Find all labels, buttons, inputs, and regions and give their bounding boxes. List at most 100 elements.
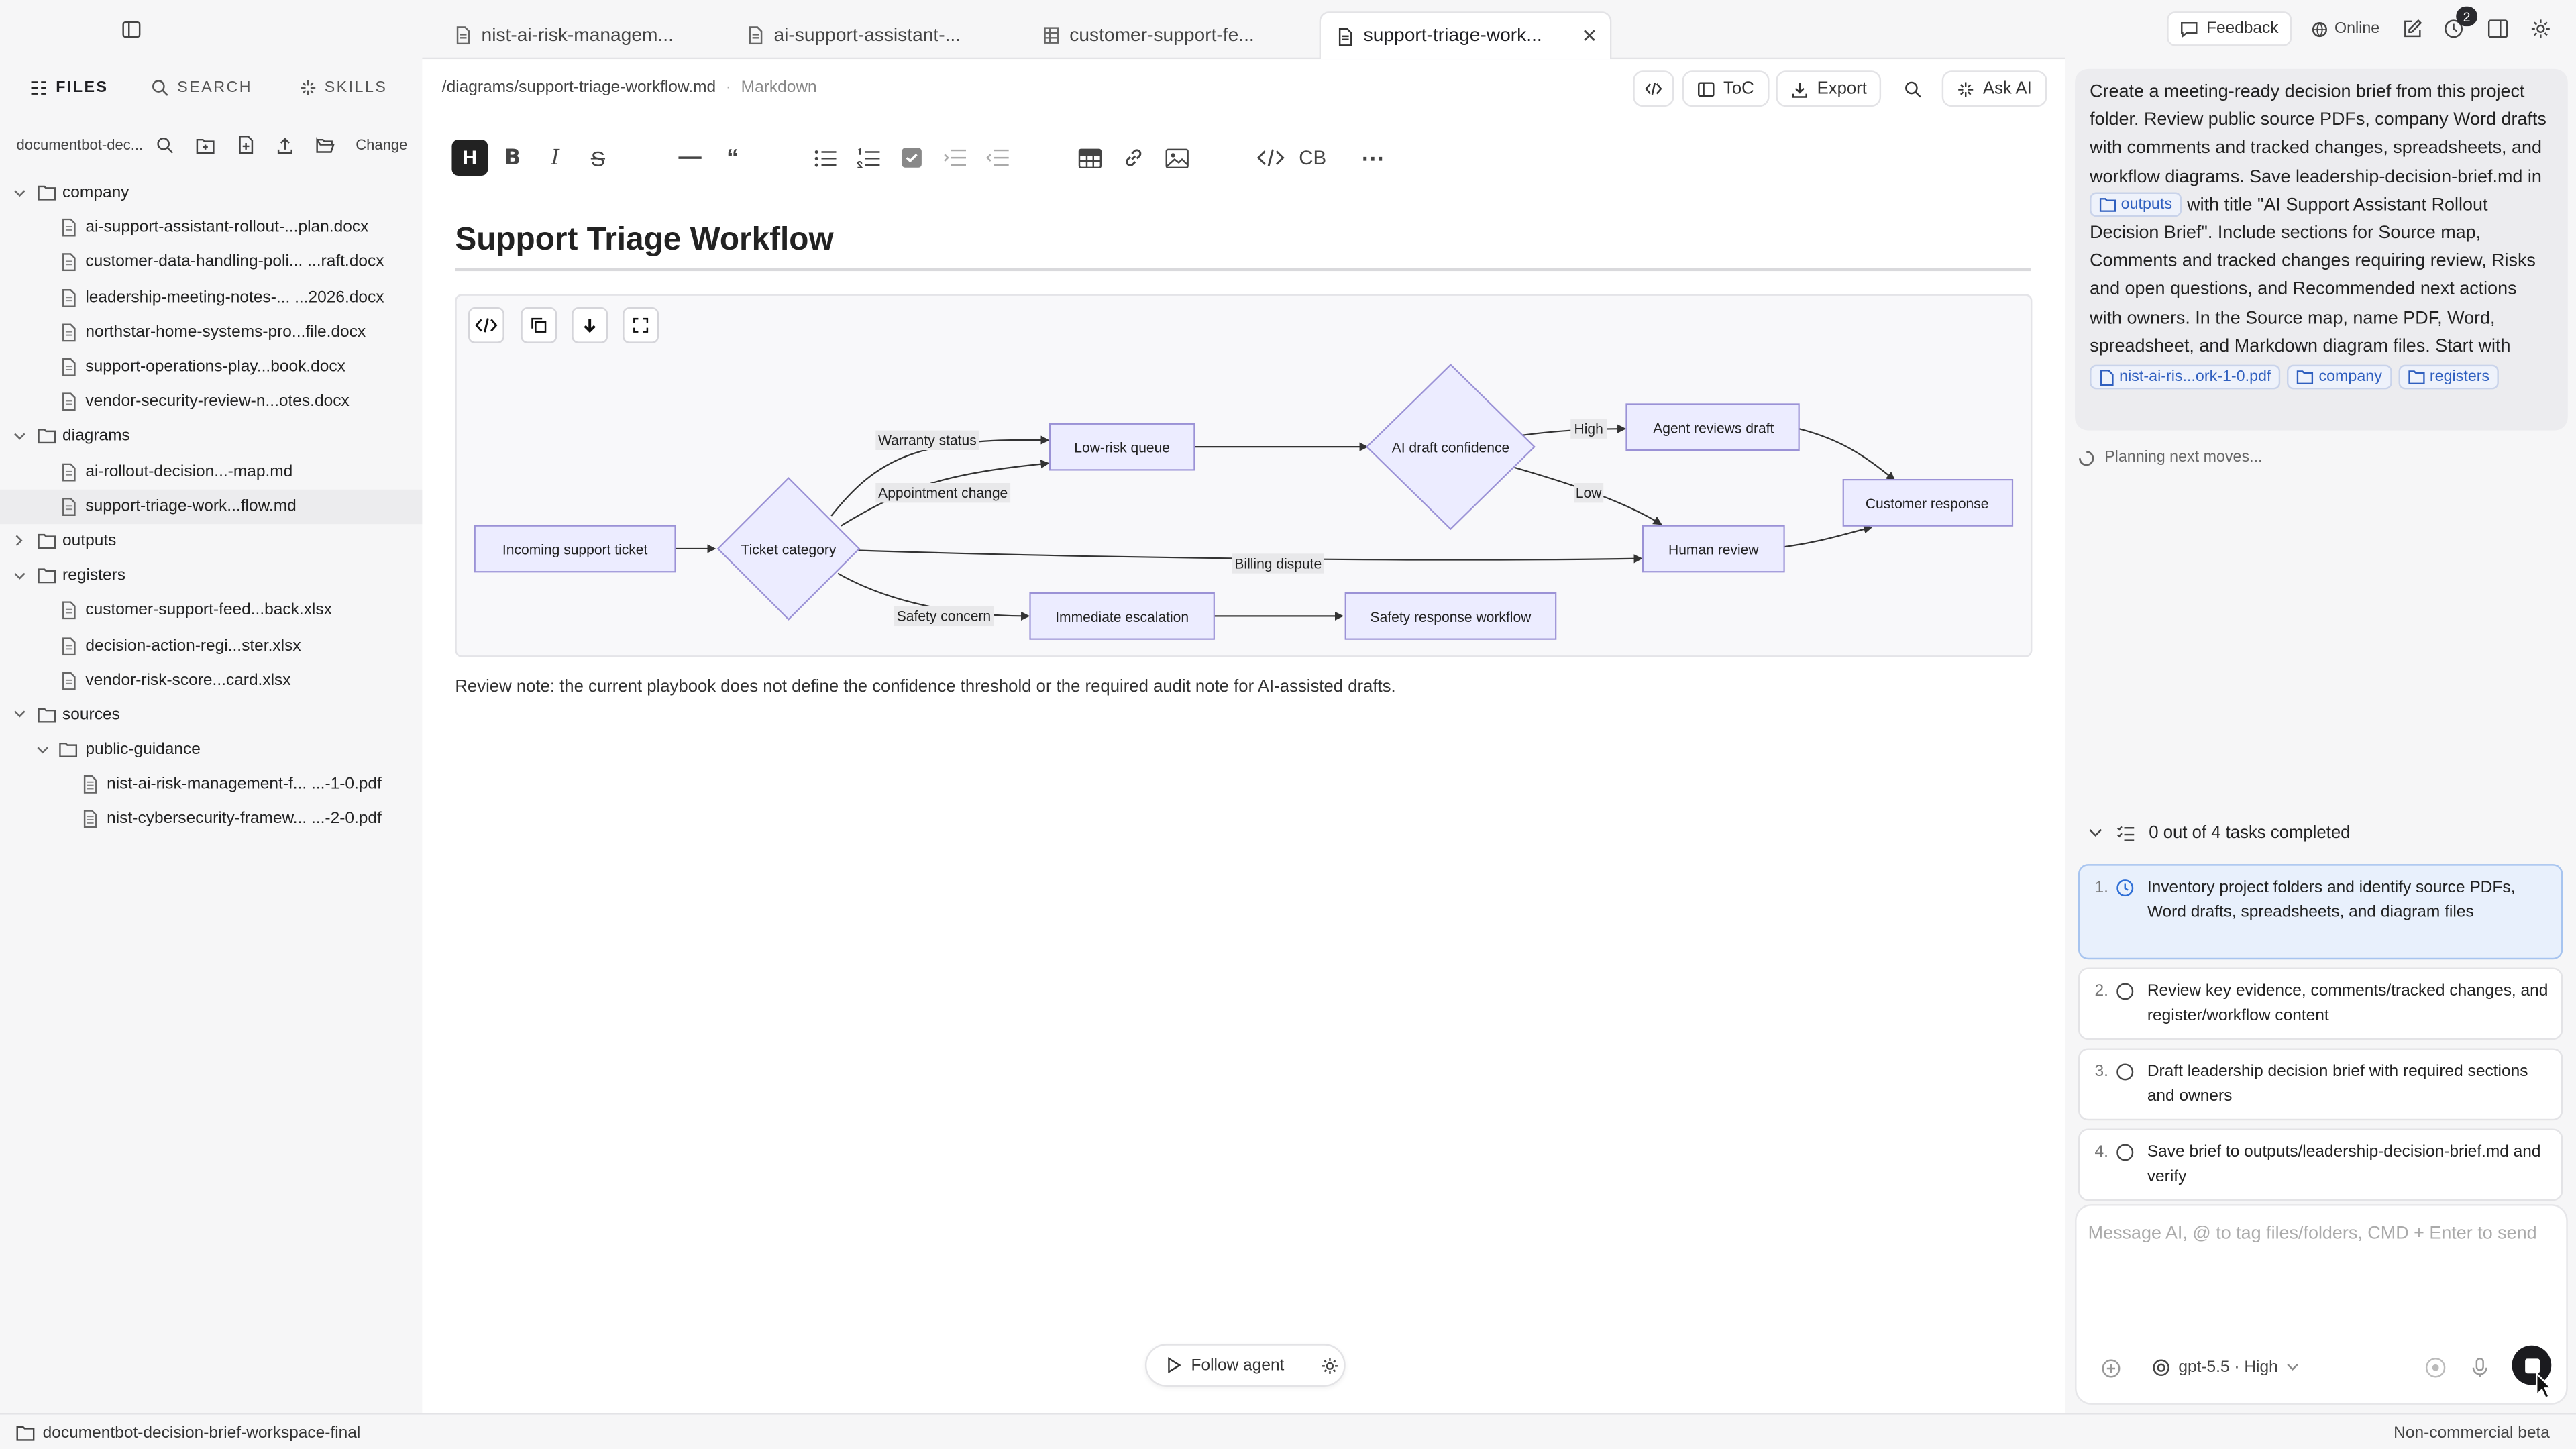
tree-item-label: support-operations-play...book.docx [85, 358, 345, 376]
tree-file[interactable]: decision-action-regi...ster.xlsx [0, 629, 422, 663]
bold-button[interactable]: B [496, 142, 529, 174]
node-label: Human review [1668, 543, 1759, 558]
outputs-folder-chip[interactable]: outputs [2090, 193, 2182, 218]
company-folder-chip[interactable]: company [2287, 364, 2392, 390]
tree-file[interactable]: northstar-home-systems-pro...file.docx [0, 315, 422, 350]
new-folder-icon[interactable] [185, 136, 225, 154]
tree-folder[interactable]: public-guidance [0, 733, 422, 767]
task-list-header[interactable]: 0 out of 4 tasks completed [2078, 810, 2563, 856]
tree-file[interactable]: support-operations-play...book.docx [0, 350, 422, 384]
chevron-down-icon[interactable] [11, 185, 28, 201]
chevron-right-icon[interactable] [11, 533, 28, 549]
table-button[interactable] [1073, 142, 1106, 174]
export-button[interactable]: Export [1776, 70, 1882, 107]
model-selector[interactable]: gpt-5.5 · High [2152, 1358, 2298, 1377]
tree-file[interactable]: ai-support-assistant-rollout-...plan.doc… [0, 211, 422, 246]
chevron-down-icon[interactable] [11, 429, 28, 445]
tree-folder[interactable]: outputs [0, 524, 422, 559]
microphone-icon[interactable] [2471, 1357, 2489, 1379]
chevron-down-icon[interactable] [34, 742, 50, 758]
layout-panel-icon[interactable] [2487, 18, 2509, 40]
heading-button[interactable]: H [451, 140, 488, 176]
folder-icon [2408, 370, 2425, 385]
message-input[interactable]: Message AI, @ to tag files/folders, CMD … [2088, 1224, 2561, 1243]
gear-icon[interactable] [2530, 18, 2551, 40]
close-tab-icon[interactable] [1582, 28, 1597, 43]
tab-skills-label: SKILLS [324, 78, 388, 97]
tab-nist-ai-risk[interactable]: nist-ai-risk-managem... [439, 11, 727, 59]
edge-label: Billing dispute [1234, 556, 1322, 572]
quote-button[interactable]: “ [716, 142, 749, 174]
openai-icon [2153, 1359, 2169, 1377]
registers-folder-chip[interactable]: registers [2398, 364, 2500, 390]
task-item[interactable]: 4. Save brief to outputs/leadership-deci… [2078, 1128, 2563, 1201]
italic-button[interactable]: I [539, 142, 572, 174]
search-files-icon[interactable] [145, 136, 185, 154]
settings-icon[interactable] [1320, 1356, 1338, 1375]
task-list-button[interactable] [896, 142, 928, 174]
more-options-icon[interactable]: ⋯ [1357, 142, 1390, 174]
task-item[interactable]: 1. Inventory project folders and identif… [2078, 864, 2563, 960]
tab-search[interactable]: SEARCH [141, 72, 262, 102]
outdent-button[interactable] [981, 142, 1014, 174]
tree-file[interactable]: vendor-risk-score...card.xlsx [0, 663, 422, 698]
edit-icon[interactable] [2402, 18, 2423, 40]
edge-label: Warranty status [878, 433, 977, 449]
numbered-list-button[interactable] [851, 142, 884, 174]
file-icon [2100, 368, 2114, 386]
ask-ai-button[interactable]: Ask AI [1941, 70, 2047, 107]
source-view-button[interactable] [1633, 70, 1674, 107]
user-message: Create a meeting-ready decision brief fr… [2075, 68, 2568, 431]
task-item[interactable]: 3. Draft leadership decision brief with … [2078, 1048, 2563, 1121]
planning-status: Planning next moves... [2078, 449, 2263, 467]
tab-ai-support-assistant[interactable]: ai-support-assistant-... [731, 11, 1019, 59]
upload-icon[interactable] [266, 136, 306, 154]
toggle-sidebar-icon[interactable] [121, 19, 141, 39]
feedback-button[interactable]: Feedback [2167, 11, 2292, 46]
tree-file[interactable]: customer-support-feed...back.xlsx [0, 594, 422, 629]
code-button[interactable] [1252, 142, 1288, 174]
chevron-down-icon[interactable] [11, 707, 28, 723]
change-button[interactable]: Change [356, 136, 407, 152]
link-button[interactable] [1117, 142, 1150, 174]
tree-folder[interactable]: registers [0, 559, 422, 594]
document-icon [61, 323, 79, 342]
context-icon[interactable] [2425, 1357, 2447, 1379]
tree-file[interactable]: customer-data-handling-poli... ...raft.d… [0, 246, 422, 280]
tab-files[interactable]: FILES [19, 72, 118, 102]
tab-skills[interactable]: SKILLS [288, 72, 397, 102]
tree-file[interactable]: support-triage-work...flow.md [0, 489, 423, 524]
tab-customer-support-feedback[interactable]: customer-support-fe... [1027, 11, 1315, 59]
open-folder-icon[interactable] [306, 136, 346, 154]
tree-folder[interactable]: diagrams [0, 419, 422, 454]
tab-support-triage-workflow[interactable]: support-triage-work... [1319, 11, 1612, 60]
tree-file[interactable]: leadership-meeting-notes-... ...2026.doc… [0, 280, 422, 315]
pdf-file-chip[interactable]: nist-ai-ris...ork-1-0.pdf [2090, 364, 2282, 390]
new-file-icon[interactable] [225, 135, 266, 154]
editor-tab-bar: nist-ai-risk-managem... ai-support-assis… [422, 0, 2065, 60]
tree-file[interactable]: nist-ai-risk-management-f... ...-1-0.pdf [0, 767, 422, 802]
attach-icon[interactable] [2101, 1358, 2121, 1378]
image-button[interactable] [1160, 142, 1193, 174]
horizontal-rule-button[interactable] [674, 142, 706, 174]
bullet-list-button[interactable] [808, 142, 841, 174]
mouse-cursor [2536, 1371, 2554, 1399]
hr-icon [678, 156, 702, 159]
code-block-button[interactable]: CB [1295, 142, 1331, 174]
tree-folder[interactable]: sources [0, 698, 422, 733]
tree-file[interactable]: nist-cybersecurity-framew... ...-2-0.pdf [0, 802, 422, 837]
tree-file[interactable]: ai-rollout-decision...-map.md [0, 454, 422, 489]
toc-button[interactable]: ToC [1682, 70, 1769, 107]
task-item[interactable]: 2. Review key evidence, comments/tracked… [2078, 967, 2563, 1040]
indent-button[interactable] [938, 142, 971, 174]
search-doc-icon[interactable] [1904, 80, 1922, 99]
tree-file[interactable]: vendor-security-review-n...otes.docx [0, 384, 422, 419]
link-icon [1126, 149, 1142, 166]
chevron-down-icon[interactable] [11, 568, 28, 584]
tree-folder[interactable]: company [0, 176, 422, 211]
folder-icon [38, 532, 56, 550]
strikethrough-button[interactable]: S [582, 142, 614, 174]
numbered-list-icon [855, 147, 879, 168]
tree-item-label: vendor-security-review-n...otes.docx [85, 392, 350, 411]
follow-agent-button[interactable]: Follow agent [1144, 1344, 1346, 1387]
